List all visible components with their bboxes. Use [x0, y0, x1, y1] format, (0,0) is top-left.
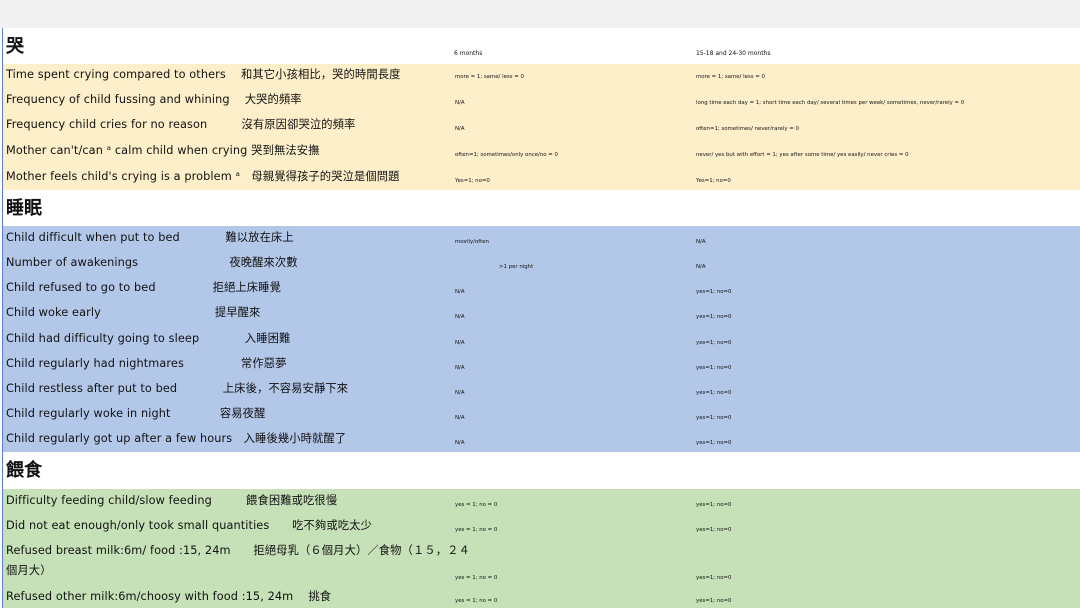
- crying-band: Time spent crying compared to others 和其它…: [3, 64, 1080, 190]
- row-value-15-30m: more = 1; same/ less = 0: [696, 74, 765, 80]
- section-title-crying: 哭: [6, 36, 24, 57]
- row-label: Refused other milk:6m/choosy with food :…: [6, 590, 332, 603]
- row-value-15-30m: Yes=1; no=0: [696, 178, 731, 184]
- row-value-6m: N/A: [455, 289, 465, 295]
- row-label: Frequency child cries for no reason 沒有原因…: [6, 118, 356, 131]
- row-value-6m: N/A: [455, 340, 465, 346]
- row-value-6m: more = 1; same/ less = 0: [455, 74, 524, 80]
- row-value-6m: yes = 1; no = 0: [455, 502, 498, 508]
- row-label: Frequency of child fussing and whining 大…: [6, 93, 302, 106]
- row-label: Child refused to go to bed 拒絕上床睡覺: [6, 281, 281, 294]
- row-value-6m: N/A: [455, 100, 465, 106]
- feeding-band: Difficulty feeding child/slow feeding 餵食…: [3, 489, 1080, 608]
- row-value-15-30m: N/A: [696, 239, 706, 245]
- row-value-15-30m: yes=1; no=0: [696, 340, 732, 346]
- row-value-15-30m: yes=1; no=0: [696, 575, 732, 581]
- row-value-15-30m: yes=1; no=0: [696, 415, 732, 421]
- row-value-15-30m: yes=1; no=0: [696, 440, 732, 446]
- row-value-6m: N/A: [455, 365, 465, 371]
- row-value-15-30m: yes=1; no=0: [696, 527, 732, 533]
- row-value-6m: N/A: [455, 126, 465, 132]
- row-label: Child difficult when put to bed 難以放在床上: [6, 231, 294, 244]
- column-header-6-months: 6 months: [454, 50, 483, 57]
- row-value-6m: N/A: [455, 390, 465, 396]
- row-label: Child regularly woke in night 容易夜醒: [6, 407, 266, 420]
- row-label: Child had difficulty going to sleep 入睡困難: [6, 332, 291, 345]
- row-label: Mother can't/can ᵃ calm child when cryin…: [6, 144, 320, 157]
- row-value-6m: Yes=1; no=0: [455, 178, 490, 184]
- row-label: Child restless after put to bed 上床後，不容易安…: [6, 382, 349, 395]
- row-value-6m: N/A: [455, 314, 465, 320]
- row-label: Mother feels child's crying is a problem…: [6, 170, 400, 183]
- row-value-15-30m: yes=1; no=0: [696, 314, 732, 320]
- row-value-15-30m: never/ yes but with effort = 1; yes afte…: [696, 152, 909, 158]
- top-toolbar-strip: [0, 0, 1080, 28]
- row-label: Child regularly got up after a few hours…: [6, 432, 347, 445]
- section-title-sleep: 睡眠: [6, 198, 42, 219]
- row-value-6m: mostly/often: [455, 239, 489, 245]
- row-label: Refused breast milk:6m/ food :15, 24m 拒絕…: [6, 544, 470, 577]
- row-value-6m: >1 per night: [499, 264, 534, 270]
- row-value-15-30m: yes=1; no=0: [696, 390, 732, 396]
- column-header-15-30-months: 15-18 and 24-30 months: [696, 50, 771, 57]
- row-value-15-30m: yes=1; no=0: [696, 598, 732, 604]
- sleep-band: Child difficult when put to bed 難以放在床上 m…: [3, 226, 1080, 452]
- row-value-6m: yes = 1; no = 0: [455, 575, 498, 581]
- section-title-feeding: 餵食: [6, 460, 42, 481]
- row-value-15-30m: yes=1; no=0: [696, 365, 732, 371]
- row-value-15-30m: yes=1; no=0: [696, 502, 732, 508]
- row-value-15-30m: often=1; sometimes/ never/rarely = 0: [696, 126, 799, 132]
- row-value-15-30m: N/A: [696, 264, 706, 270]
- row-value-6m: N/A: [455, 440, 465, 446]
- row-value-6m: yes = 1; no = 0: [455, 598, 498, 604]
- row-value-6m: yes = 1; no = 0: [455, 527, 498, 533]
- row-label: Did not eat enough/only took small quant…: [6, 519, 372, 532]
- row-label: Difficulty feeding child/slow feeding 餵食…: [6, 494, 338, 507]
- row-label: Number of awakenings 夜晚醒來次數: [6, 256, 298, 269]
- row-label: Child woke early 提早醒來: [6, 306, 261, 319]
- row-value-15-30m: yes=1; no=0: [696, 289, 732, 295]
- row-value-6m: often=1; sometimes/only once/no = 0: [455, 152, 558, 158]
- row-value-15-30m: long time each day = 1; short time each …: [696, 100, 965, 106]
- row-label: Time spent crying compared to others 和其它…: [6, 68, 401, 81]
- row-label: Child regularly had nightmares 常作惡夢: [6, 357, 287, 370]
- row-value-6m: N/A: [455, 415, 465, 421]
